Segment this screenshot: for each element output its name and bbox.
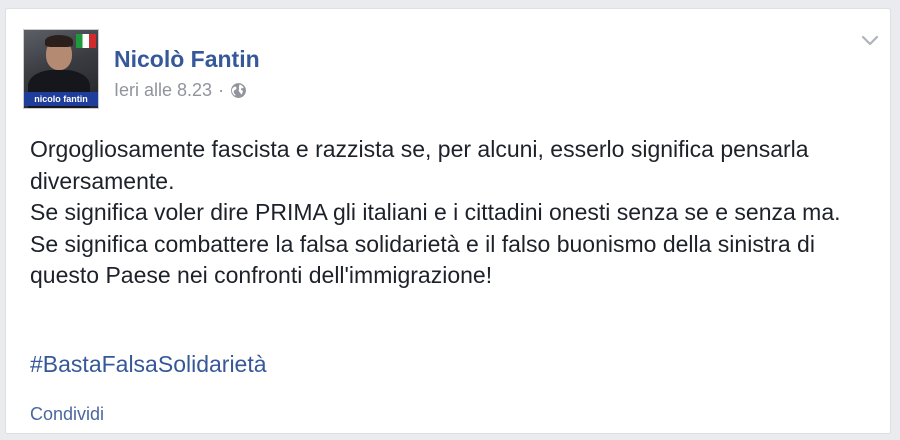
avatar-hair xyxy=(45,35,73,47)
post-paragraph: Orgogliosamente fascista e razzista se, … xyxy=(30,136,809,194)
author-name[interactable]: Nicolò Fantin xyxy=(114,45,260,73)
post-paragraph: Se significa voler dire PRIMA gli italia… xyxy=(30,199,841,225)
meta-separator: · xyxy=(218,80,225,100)
post-meta: Ieri alle 8.23 · xyxy=(114,79,247,101)
share-link[interactable]: Condividi xyxy=(30,403,104,425)
avatar-caption: nicolo fantin xyxy=(24,92,98,106)
post-body: Orgogliosamente fascista e razzista se, … xyxy=(30,134,880,292)
flag-icon xyxy=(76,34,96,48)
chevron-down-icon[interactable] xyxy=(858,31,882,51)
post-timestamp[interactable]: Ieri alle 8.23 xyxy=(114,79,212,101)
post-card: nicolo fantin Nicolò Fantin Ieri alle 8.… xyxy=(5,8,891,434)
hashtag-link[interactable]: #BastaFalsaSolidarietà xyxy=(30,349,267,379)
avatar[interactable]: nicolo fantin xyxy=(23,29,99,109)
post-paragraph: Se significa combattere la falsa solidar… xyxy=(30,230,815,289)
globe-icon[interactable] xyxy=(230,82,247,99)
